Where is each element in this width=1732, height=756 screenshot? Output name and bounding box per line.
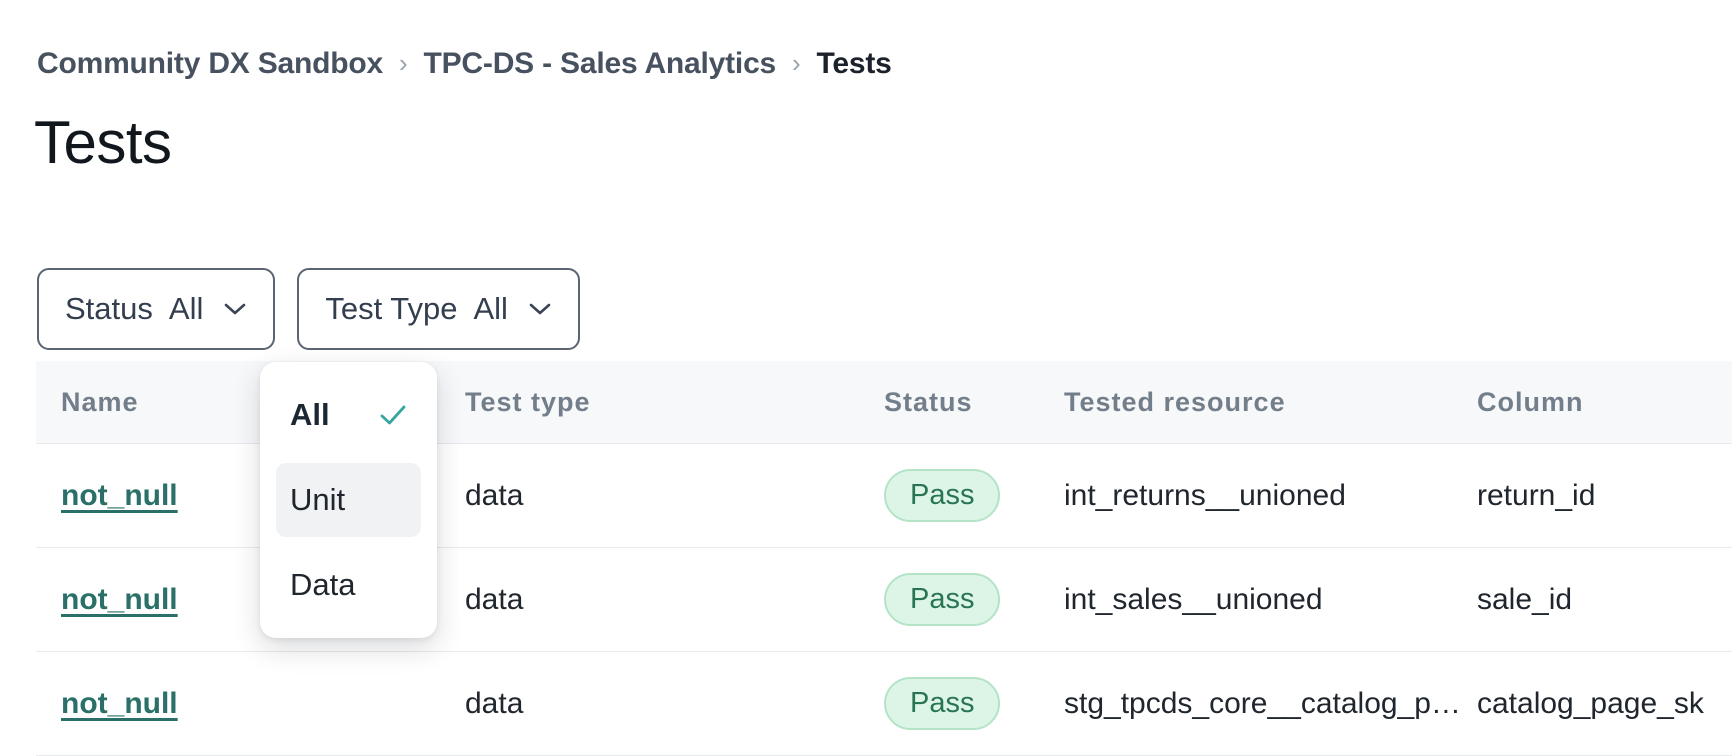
tested-resource-cell: int_sales__unioned xyxy=(1064,583,1477,617)
table-row: not_null data Pass stg_tpcds_core__catal… xyxy=(36,652,1732,756)
column-cell: return_id xyxy=(1477,479,1732,513)
test-type-dropdown-menu: All Unit Data xyxy=(260,362,437,638)
chevron-down-icon xyxy=(528,301,552,317)
chevron-right-icon: › xyxy=(399,48,407,79)
test-type-filter-button[interactable]: Test Type All xyxy=(297,268,580,350)
status-badge: Pass xyxy=(884,677,1000,730)
column-header-test-type: Test type xyxy=(465,387,884,418)
tested-resource-cell: int_returns__unioned xyxy=(1064,479,1477,513)
column-cell: sale_id xyxy=(1477,583,1732,617)
page-title: Tests xyxy=(34,108,172,177)
menu-item-label: Unit xyxy=(290,482,345,518)
status-filter-value: All xyxy=(169,291,203,327)
breadcrumb-item-environment[interactable]: TPC-DS - Sales Analytics xyxy=(424,47,777,81)
check-icon xyxy=(379,404,407,426)
menu-item-label: All xyxy=(290,397,330,433)
test-type-cell: data xyxy=(465,687,884,721)
column-cell: catalog_page_sk xyxy=(1477,687,1732,721)
column-header-status: Status xyxy=(884,387,1064,418)
menu-item-data[interactable]: Data xyxy=(276,548,421,622)
test-name-link[interactable]: not_null xyxy=(61,479,178,512)
status-badge: Pass xyxy=(884,469,1000,522)
menu-item-label: Data xyxy=(290,567,355,603)
menu-item-all[interactable]: All xyxy=(276,378,421,452)
column-header-column: Column xyxy=(1477,387,1732,418)
breadcrumb: Community DX Sandbox › TPC-DS - Sales An… xyxy=(37,47,892,81)
test-type-cell: data xyxy=(465,583,884,617)
column-header-tested-resource: Tested resource xyxy=(1064,387,1477,418)
test-type-filter-value: All xyxy=(473,291,507,327)
test-type-filter-label: Test Type xyxy=(325,291,457,327)
chevron-right-icon: › xyxy=(792,48,800,79)
status-filter-label: Status xyxy=(65,291,153,327)
filter-bar: Status All Test Type All xyxy=(37,268,580,350)
menu-item-unit[interactable]: Unit xyxy=(276,463,421,537)
status-badge: Pass xyxy=(884,573,1000,626)
tested-resource-cell: stg_tpcds_core__catalog_p… xyxy=(1064,687,1477,721)
status-filter-button[interactable]: Status All xyxy=(37,268,275,350)
breadcrumb-item-current: Tests xyxy=(817,47,892,81)
test-type-cell: data xyxy=(465,479,884,513)
test-name-link[interactable]: not_null xyxy=(61,583,178,616)
test-name-link[interactable]: not_null xyxy=(61,687,178,720)
breadcrumb-item-project[interactable]: Community DX Sandbox xyxy=(37,47,383,81)
chevron-down-icon xyxy=(223,301,247,317)
